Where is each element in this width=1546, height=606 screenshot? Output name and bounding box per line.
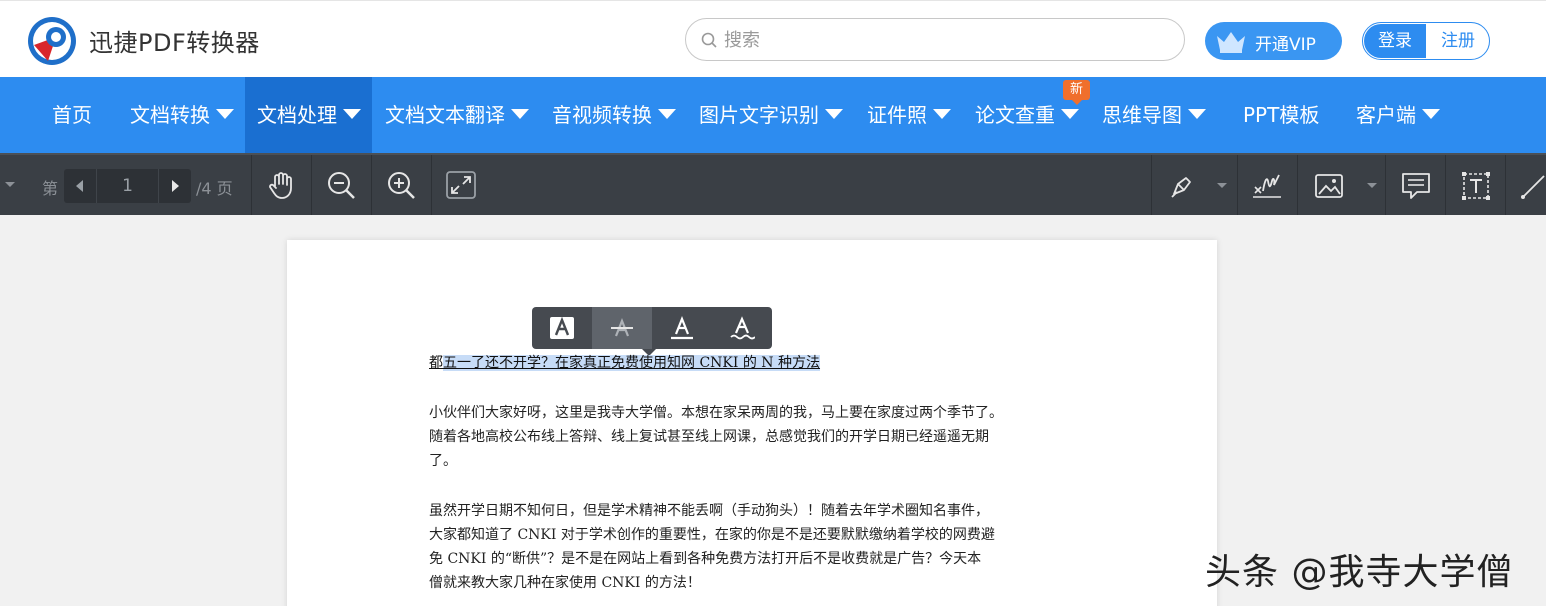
new-badge: 新 xyxy=(1063,80,1090,105)
nav-item-ocr[interactable]: 图片文字识别 xyxy=(699,77,843,153)
zoom-in-icon xyxy=(388,172,415,199)
chevron-down-icon[interactable] xyxy=(4,181,16,189)
search-icon xyxy=(701,32,717,48)
page-navigator: 1 xyxy=(64,169,191,203)
pen-icon xyxy=(1171,177,1191,198)
line-icon xyxy=(1521,175,1545,199)
chevron-down-icon[interactable] xyxy=(1216,182,1228,190)
vip-label: 开通VIP xyxy=(1255,35,1316,55)
nav-item-doc-process[interactable]: 文档处理 xyxy=(245,77,372,153)
nav-item-ppt[interactable]: PPT模板 xyxy=(1243,77,1319,153)
register-button[interactable]: 注册 xyxy=(1427,24,1489,58)
line-tool-button[interactable] xyxy=(1506,155,1546,215)
nav-item-home[interactable]: 首页 xyxy=(52,77,92,153)
chevron-down-icon xyxy=(825,109,843,119)
strikethrough-icon xyxy=(611,318,633,337)
nav-item-client[interactable]: 客户端 xyxy=(1356,77,1440,153)
chevron-down-icon xyxy=(1422,109,1440,119)
login-button[interactable]: 登录 xyxy=(1364,24,1426,58)
chevron-down-icon xyxy=(343,109,361,119)
highlight-text-button[interactable] xyxy=(532,307,592,349)
zoom-in-button[interactable] xyxy=(372,155,431,215)
nav-item-id-photo[interactable]: 证件照 xyxy=(867,77,951,153)
text-box-icon xyxy=(1462,172,1490,200)
nav-item-doc-translate[interactable]: 文档文本翻译 xyxy=(385,77,529,153)
chevron-down-icon xyxy=(933,109,951,119)
comment-button[interactable] xyxy=(1386,155,1445,215)
chevron-down-icon xyxy=(216,109,234,119)
paragraph-1[interactable]: 小伙伴们大家好呀，这里是我寺大学僧。本想在家呆两周的我，马上要在家度过两个季节了… xyxy=(429,401,1003,473)
zoom-out-button[interactable] xyxy=(312,155,371,215)
nav-item-mindmap[interactable]: 思维导图 xyxy=(1102,77,1206,153)
hand-icon xyxy=(269,172,292,199)
selected-text[interactable]: 五一了还不开学？在家真正免费使用知网 CNKI 的 N 种方法 xyxy=(443,355,821,371)
underline-button[interactable] xyxy=(652,307,712,349)
crown-icon xyxy=(1217,32,1245,53)
text-markup-popup xyxy=(532,307,772,356)
app-logo-icon[interactable] xyxy=(26,15,78,67)
page-number-input[interactable]: 1 xyxy=(96,169,159,203)
main-nav: 首页 文档转换 文档处理 文档文本翻译 音视频转换 图片文字识别 证件照 论文查… xyxy=(0,77,1546,153)
chevron-down-icon[interactable] xyxy=(1366,182,1378,190)
strikethrough-button[interactable] xyxy=(592,307,652,349)
paragraph-2[interactable]: 虽然开学日期不知何日，但是学术精神不能丢啊（手动狗头）！随着去年学术圈知名事件，… xyxy=(429,499,995,595)
nav-item-av-convert[interactable]: 音视频转换 xyxy=(552,77,676,153)
comment-icon xyxy=(1402,173,1430,199)
signature-icon xyxy=(1253,174,1281,198)
chevron-down-icon xyxy=(658,109,676,119)
underline-icon xyxy=(671,316,693,340)
nav-item-doc-convert[interactable]: 文档转换 xyxy=(130,77,234,153)
zoom-out-icon xyxy=(328,172,355,199)
search-box[interactable] xyxy=(685,18,1185,61)
chevron-left-icon xyxy=(76,180,83,192)
vip-button[interactable]: 开通VIP xyxy=(1205,22,1342,60)
pdf-toolbar: 第 1 /4 页 xyxy=(0,153,1546,215)
text-box-button[interactable] xyxy=(1446,155,1505,215)
watermark-text: 头条 @我寺大学僧 xyxy=(1205,552,1514,593)
signature-button[interactable] xyxy=(1238,155,1297,215)
app-header: 迅捷PDF转换器 开通VIP 登录 注册 xyxy=(0,0,1546,77)
fit-page-button[interactable] xyxy=(432,155,491,215)
page-total: /4 页 xyxy=(196,179,233,198)
next-page-button[interactable] xyxy=(159,169,191,203)
chevron-down-icon xyxy=(1188,109,1206,119)
chevron-right-icon xyxy=(172,180,179,192)
squiggly-underline-button[interactable] xyxy=(712,307,772,349)
squiggly-icon xyxy=(730,316,755,340)
brand-name[interactable]: 迅捷PDF转换器 xyxy=(89,23,260,58)
page-prefix: 第 xyxy=(42,179,59,198)
chevron-down-icon xyxy=(1061,109,1079,119)
highlight-icon xyxy=(550,316,574,339)
expand-icon xyxy=(446,171,476,199)
image-tool-button[interactable] xyxy=(1298,155,1385,215)
document-title[interactable]: 都五一了还不开学？在家真正免费使用知网 CNKI 的 N 种方法 xyxy=(429,352,821,374)
image-icon xyxy=(1315,174,1343,198)
auth-group: 登录 注册 xyxy=(1362,22,1490,60)
search-input[interactable] xyxy=(724,25,1164,55)
prev-page-button[interactable] xyxy=(64,169,96,203)
hand-tool-button[interactable] xyxy=(252,155,311,215)
chevron-down-icon xyxy=(511,109,529,119)
pen-tool-button[interactable] xyxy=(1152,155,1237,215)
